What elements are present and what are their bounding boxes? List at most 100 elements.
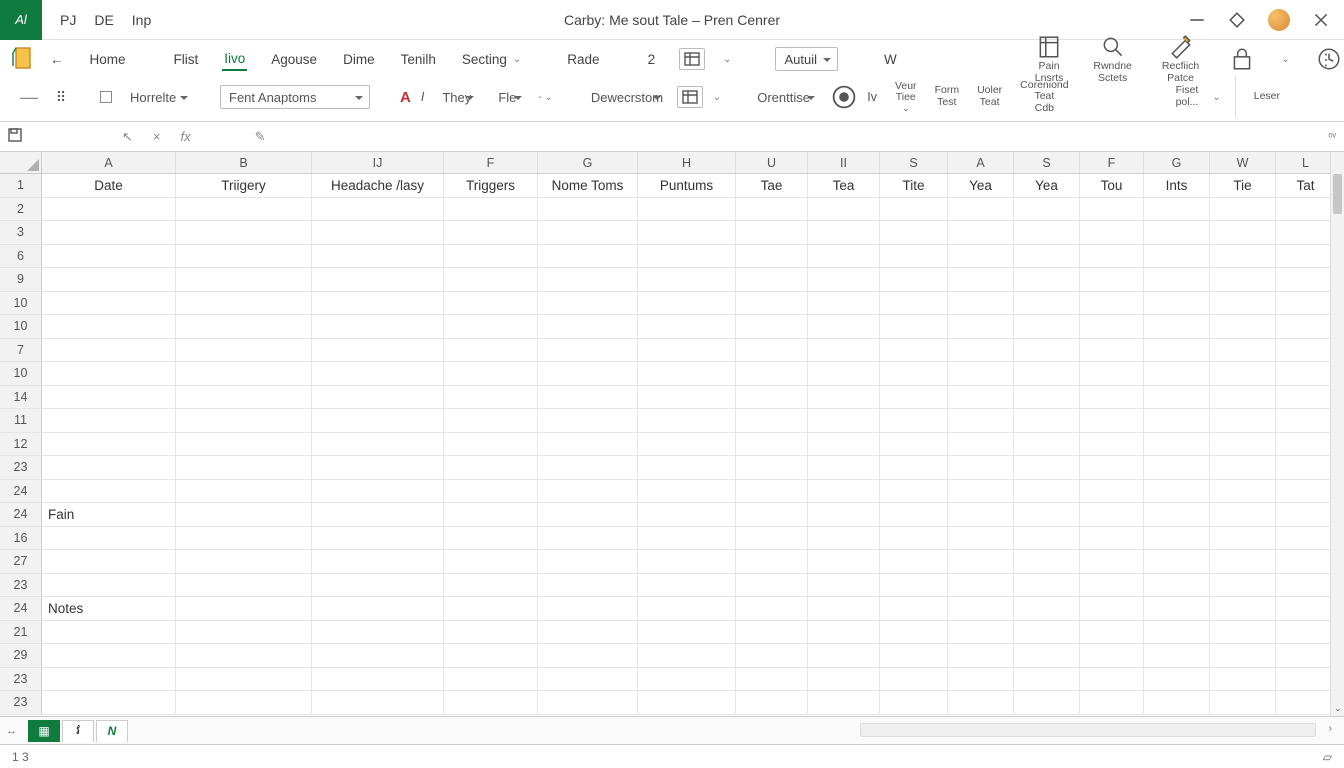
- cell[interactable]: [176, 292, 312, 316]
- cell[interactable]: [1080, 315, 1144, 339]
- cell[interactable]: [1080, 456, 1144, 480]
- cell[interactable]: Fain: [42, 503, 176, 527]
- cell[interactable]: [312, 621, 444, 645]
- cell[interactable]: [444, 198, 538, 222]
- select-all-corner[interactable]: [0, 152, 42, 174]
- cell[interactable]: [176, 597, 312, 621]
- cell[interactable]: [638, 339, 736, 363]
- cell[interactable]: [538, 597, 638, 621]
- row-header[interactable]: 24: [0, 597, 42, 621]
- cell[interactable]: [736, 503, 808, 527]
- fx-icon[interactable]: fx: [181, 129, 191, 144]
- cell[interactable]: [1144, 433, 1210, 457]
- cell[interactable]: [1144, 292, 1210, 316]
- format-table-button[interactable]: [679, 48, 705, 70]
- lock-button[interactable]: [1225, 46, 1259, 73]
- hline-icon[interactable]: —: [20, 87, 38, 108]
- cell[interactable]: [638, 503, 736, 527]
- cell[interactable]: [444, 668, 538, 692]
- cell[interactable]: [1276, 550, 1336, 574]
- font-style-dropdown[interactable]: They: [434, 85, 480, 109]
- cell[interactable]: [948, 574, 1014, 598]
- cell[interactable]: [880, 574, 948, 598]
- cell[interactable]: [736, 597, 808, 621]
- cell[interactable]: [808, 362, 880, 386]
- cell[interactable]: [538, 292, 638, 316]
- cell[interactable]: [538, 480, 638, 504]
- cell[interactable]: [1014, 268, 1080, 292]
- cell[interactable]: [736, 574, 808, 598]
- cell[interactable]: [1144, 456, 1210, 480]
- cell[interactable]: [736, 456, 808, 480]
- cell[interactable]: [1276, 245, 1336, 269]
- cell[interactable]: [638, 362, 736, 386]
- cell[interactable]: [444, 644, 538, 668]
- cell[interactable]: [1210, 550, 1276, 574]
- cell[interactable]: [538, 268, 638, 292]
- cell[interactable]: [880, 433, 948, 457]
- cell[interactable]: [42, 668, 176, 692]
- cell[interactable]: [1210, 480, 1276, 504]
- cell[interactable]: Yea: [948, 174, 1014, 198]
- cell[interactable]: [1144, 362, 1210, 386]
- cell[interactable]: [1144, 550, 1210, 574]
- cell[interactable]: [1210, 621, 1276, 645]
- cell[interactable]: [176, 386, 312, 410]
- italic-icon[interactable]: I: [421, 90, 424, 104]
- column-header[interactable]: B: [176, 152, 312, 173]
- row-header[interactable]: 23: [0, 668, 42, 692]
- cell[interactable]: [42, 292, 176, 316]
- cell[interactable]: [312, 527, 444, 551]
- cell[interactable]: [1014, 433, 1080, 457]
- cell[interactable]: [176, 621, 312, 645]
- cell-style-button[interactable]: [677, 86, 703, 108]
- sheet-tab-2[interactable]: N: [96, 720, 128, 742]
- cell[interactable]: [1014, 245, 1080, 269]
- cell[interactable]: [176, 644, 312, 668]
- tab-5[interactable]: Secting: [460, 49, 509, 70]
- cell[interactable]: [808, 597, 880, 621]
- cell[interactable]: [1210, 597, 1276, 621]
- cell[interactable]: [1014, 527, 1080, 551]
- cell[interactable]: [948, 362, 1014, 386]
- cell[interactable]: [1080, 621, 1144, 645]
- tab-4[interactable]: Tenilh: [399, 49, 438, 70]
- cell[interactable]: [1080, 691, 1144, 715]
- cell[interactable]: [444, 503, 538, 527]
- cell[interactable]: [1210, 668, 1276, 692]
- cell[interactable]: [1144, 597, 1210, 621]
- cell[interactable]: [736, 362, 808, 386]
- cell[interactable]: [1210, 315, 1276, 339]
- auto-fit-dropdown[interactable]: Autuil: [775, 47, 838, 71]
- cell[interactable]: [42, 480, 176, 504]
- cell[interactable]: [312, 245, 444, 269]
- cell[interactable]: [42, 362, 176, 386]
- row-header[interactable]: 6: [0, 245, 42, 269]
- cell[interactable]: [1276, 691, 1336, 715]
- cell[interactable]: [1210, 362, 1276, 386]
- sheet-tab-0[interactable]: ▦: [28, 720, 60, 742]
- cell[interactable]: [42, 456, 176, 480]
- cell[interactable]: [1080, 339, 1144, 363]
- cell[interactable]: [638, 597, 736, 621]
- cell[interactable]: [1276, 268, 1336, 292]
- user-avatar[interactable]: [1268, 9, 1290, 31]
- cell[interactable]: [736, 668, 808, 692]
- cell[interactable]: [312, 597, 444, 621]
- cell[interactable]: Headache /lasy: [312, 174, 444, 198]
- row-header[interactable]: 11: [0, 409, 42, 433]
- cell[interactable]: [736, 339, 808, 363]
- cell[interactable]: [1080, 550, 1144, 574]
- cell[interactable]: [880, 292, 948, 316]
- tab-2[interactable]: Agouse: [269, 49, 319, 70]
- cell[interactable]: [42, 433, 176, 457]
- cell[interactable]: [312, 644, 444, 668]
- cell[interactable]: [176, 668, 312, 692]
- qat-item-3[interactable]: Inp: [132, 12, 151, 28]
- app-badge[interactable]: Al: [0, 0, 42, 40]
- cell[interactable]: [1276, 221, 1336, 245]
- cell[interactable]: [176, 456, 312, 480]
- cell[interactable]: [312, 386, 444, 410]
- cell[interactable]: [808, 621, 880, 645]
- tab-5-chevron-icon[interactable]: ⌄: [513, 54, 521, 65]
